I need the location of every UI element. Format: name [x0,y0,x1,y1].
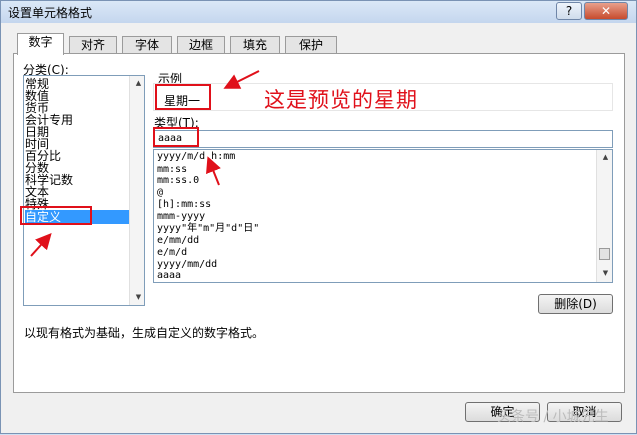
format-cells-dialog: 设置单元格格式 ? ✕ 数字 对齐 字体 边框 填充 保护 分类(C): 常规 … [0,0,637,434]
watermark: 头条号 / 小城先生 [497,409,609,425]
annotation-text: 这是预览的星期 [264,88,418,112]
arrow-type-icon [206,156,221,186]
annotation-arrows [30,70,260,257]
arrow-custom-icon [30,233,52,257]
tab-number[interactable]: 数字 [17,33,64,55]
arrow-sample-icon [223,70,260,89]
